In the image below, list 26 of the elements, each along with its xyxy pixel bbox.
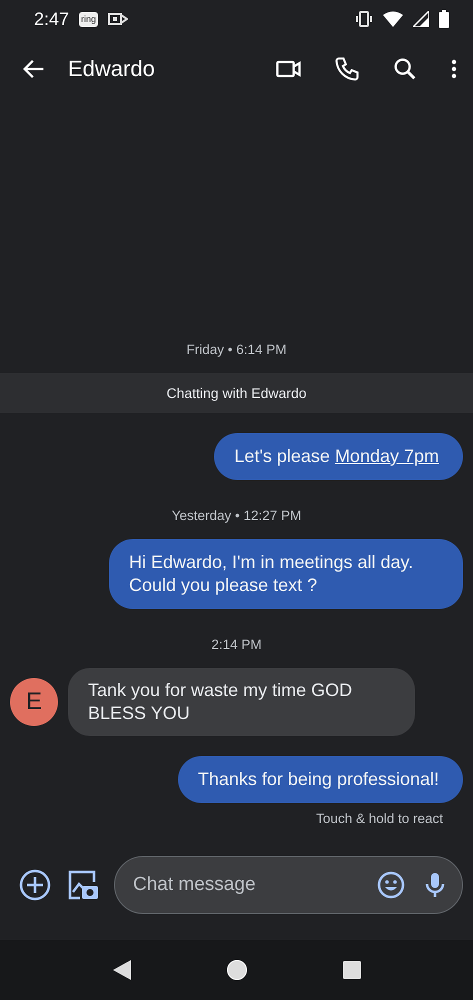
add-icon[interactable] xyxy=(18,868,52,902)
contact-avatar[interactable]: E xyxy=(10,678,58,726)
chat-banner: Chatting with Edwardo xyxy=(0,373,473,413)
back-icon[interactable] xyxy=(112,960,130,980)
message-timestamp: Friday • 6:14 PM xyxy=(185,342,288,357)
signal-icon xyxy=(413,11,429,27)
sent-message[interactable]: Let's please Monday 7pm xyxy=(214,433,463,480)
gallery-camera-icon[interactable] xyxy=(66,868,100,902)
date-link[interactable]: Monday 7pm xyxy=(334,446,439,466)
message-input-field[interactable]: Chat message xyxy=(133,874,362,896)
ring-icon: ring xyxy=(79,12,98,26)
contact-name: Edwardo xyxy=(68,56,156,82)
vibrate-icon xyxy=(355,11,373,27)
react-hint: Touch & hold to react xyxy=(316,811,443,826)
emoji-icon[interactable] xyxy=(376,870,406,900)
message-timestamp: 2:14 PM xyxy=(210,637,263,652)
received-message[interactable]: Tank you for waste my time GOD BLESS YOU xyxy=(68,668,415,736)
recents-icon[interactable] xyxy=(342,961,360,979)
wifi-icon xyxy=(383,11,403,27)
phone-icon[interactable] xyxy=(333,55,361,83)
sent-message[interactable]: Thanks for being professional! xyxy=(178,756,463,803)
message-timestamp: Yesterday • 12:27 PM xyxy=(170,508,302,523)
home-icon[interactable] xyxy=(226,959,248,981)
status-time: 2:47 xyxy=(34,8,70,30)
sent-message[interactable]: Hi Edwardo, I'm in meetings all day. Could you please text ? xyxy=(109,539,463,609)
battery-icon xyxy=(439,10,449,28)
